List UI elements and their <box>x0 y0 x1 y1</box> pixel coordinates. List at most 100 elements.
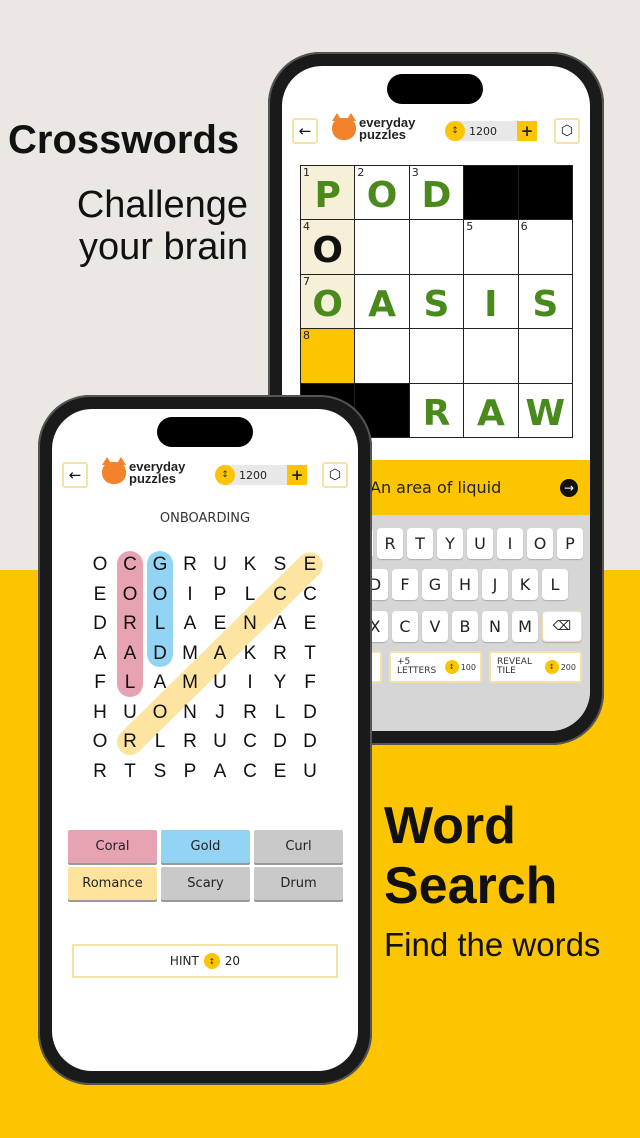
grid-letter[interactable]: L <box>235 580 265 610</box>
grid-letter[interactable]: U <box>205 550 235 580</box>
settings-button[interactable]: ⬡ <box>554 118 580 144</box>
crossword-cell[interactable] <box>354 328 410 384</box>
grid-letter[interactable]: S <box>265 550 295 580</box>
grid-letter[interactable]: J <box>205 698 235 728</box>
grid-letter[interactable]: N <box>175 698 205 728</box>
grid-letter[interactable]: C <box>265 580 295 610</box>
grid-letter[interactable]: K <box>235 639 265 669</box>
grid-letter[interactable]: U <box>295 757 325 787</box>
next-clue-icon[interactable]: → <box>560 478 578 497</box>
key-k[interactable]: K <box>512 569 538 600</box>
grid-letter[interactable]: N <box>235 609 265 639</box>
crossword-cell[interactable]: 7O <box>300 273 356 330</box>
grid-letter[interactable]: K <box>235 550 265 580</box>
grid-letter[interactable]: D <box>295 698 325 728</box>
crossword-cell[interactable]: 3D <box>408 165 465 221</box>
grid-letter[interactable]: E <box>265 757 295 787</box>
grid-letter[interactable]: O <box>85 550 115 580</box>
grid-letter[interactable]: S <box>145 757 175 787</box>
grid-letter[interactable]: D <box>145 639 175 669</box>
grid-letter[interactable]: E <box>205 609 235 639</box>
crossword-cell[interactable] <box>463 328 519 384</box>
grid-letter[interactable]: R <box>85 757 115 787</box>
grid-letter[interactable]: Y <box>265 668 295 698</box>
grid-letter[interactable]: U <box>205 727 235 757</box>
grid-letter[interactable]: E <box>85 580 115 610</box>
grid-letter[interactable]: I <box>235 668 265 698</box>
grid-letter[interactable]: A <box>175 609 205 639</box>
crossword-cell[interactable]: 8 <box>300 328 356 384</box>
grid-letter[interactable]: R <box>115 609 145 639</box>
key-p[interactable]: P <box>557 528 583 559</box>
key-o[interactable]: O <box>527 528 553 559</box>
grid-letter[interactable]: A <box>85 639 115 669</box>
grid-letter[interactable]: C <box>235 727 265 757</box>
crossword-cell[interactable]: 6 <box>517 219 573 275</box>
grid-letter[interactable]: P <box>205 580 235 610</box>
hint-button[interactable]: HINT ↕ 20 <box>72 944 338 978</box>
grid-letter[interactable]: L <box>145 609 175 639</box>
powerup-button[interactable]: REVEAL TILE ↕ 200 <box>489 651 582 683</box>
grid-letter[interactable]: A <box>265 609 295 639</box>
grid-letter[interactable]: I <box>175 580 205 610</box>
grid-letter[interactable]: F <box>85 668 115 698</box>
back-button[interactable]: ← <box>62 462 88 488</box>
grid-letter[interactable]: O <box>145 698 175 728</box>
crossword-cell[interactable] <box>354 219 410 275</box>
crossword-cell[interactable]: A <box>354 273 410 330</box>
grid-letter[interactable]: O <box>85 727 115 757</box>
add-coins-button[interactable]: + <box>287 465 307 485</box>
grid-letter[interactable]: D <box>265 727 295 757</box>
grid-letter[interactable]: R <box>175 727 205 757</box>
grid-letter[interactable]: C <box>295 580 325 610</box>
grid-letter[interactable]: D <box>85 609 115 639</box>
grid-letter[interactable]: A <box>205 757 235 787</box>
grid-letter[interactable]: H <box>85 698 115 728</box>
grid-letter[interactable]: T <box>295 639 325 669</box>
grid-letter[interactable]: C <box>115 550 145 580</box>
key-n[interactable]: N <box>482 611 508 642</box>
grid-letter[interactable]: O <box>115 580 145 610</box>
grid-letter[interactable]: E <box>295 550 325 580</box>
key-u[interactable]: U <box>467 528 493 559</box>
key-y[interactable]: Y <box>437 528 463 559</box>
grid-letter[interactable]: R <box>175 550 205 580</box>
key-h[interactable]: H <box>452 569 478 600</box>
crossword-cell[interactable] <box>517 328 573 384</box>
key-r[interactable]: R <box>377 528 403 559</box>
grid-letter[interactable]: A <box>205 639 235 669</box>
crossword-cell[interactable]: I <box>463 273 519 330</box>
crossword-cell[interactable] <box>408 328 465 384</box>
key-b[interactable]: B <box>452 611 478 642</box>
grid-letter[interactable]: G <box>145 550 175 580</box>
backspace-key[interactable]: ⌫ <box>542 611 582 642</box>
crossword-cell[interactable]: S <box>517 273 573 330</box>
crossword-cell[interactable]: 2O <box>354 165 410 221</box>
grid-letter[interactable]: O <box>145 580 175 610</box>
key-l[interactable]: L <box>542 569 568 600</box>
crossword-cell[interactable]: 4O <box>300 219 356 275</box>
grid-letter[interactable]: M <box>175 668 205 698</box>
crossword-cell[interactable]: A <box>463 382 519 438</box>
key-v[interactable]: V <box>422 611 448 642</box>
grid-letter[interactable]: L <box>265 698 295 728</box>
crossword-cell[interactable]: 5 <box>463 219 519 275</box>
crossword-cell[interactable]: S <box>408 273 465 330</box>
grid-letter[interactable]: L <box>145 727 175 757</box>
grid-letter[interactable]: A <box>115 639 145 669</box>
grid-letter[interactable]: R <box>235 698 265 728</box>
grid-letter[interactable]: C <box>235 757 265 787</box>
grid-letter[interactable]: T <box>115 757 145 787</box>
key-j[interactable]: J <box>482 569 508 600</box>
powerup-button[interactable]: +5 LETTERS ↕ 100 <box>389 651 482 683</box>
grid-letter[interactable]: E <box>295 609 325 639</box>
crossword-cell[interactable]: R <box>408 382 465 438</box>
grid-letter[interactable]: R <box>115 727 145 757</box>
key-c[interactable]: C <box>392 611 418 642</box>
crossword-cell[interactable] <box>408 219 465 275</box>
grid-letter[interactable]: P <box>175 757 205 787</box>
settings-button[interactable]: ⬡ <box>322 462 348 488</box>
grid-letter[interactable]: D <box>295 727 325 757</box>
grid-letter[interactable]: R <box>265 639 295 669</box>
key-f[interactable]: F <box>392 569 418 600</box>
